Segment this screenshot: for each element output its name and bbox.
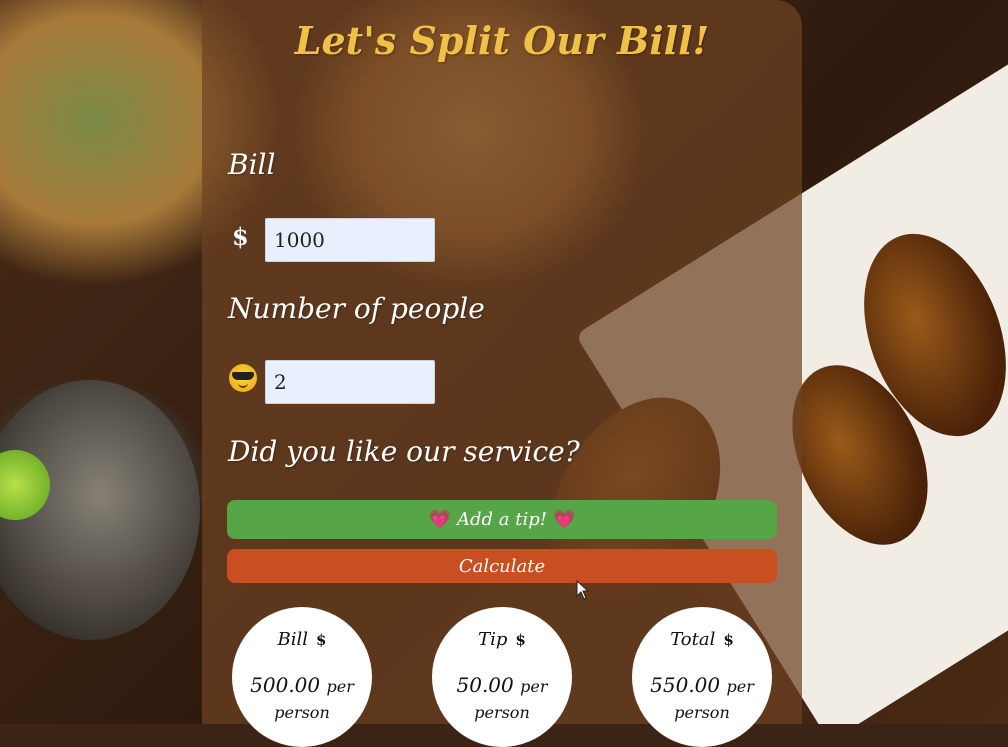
bill-splitter-panel: Let's Split Our Bill! Bill $ Number of p… [202,0,802,747]
result-label: Tip [478,629,508,650]
dollar-sign: $ [232,222,249,251]
add-tip-label: Add a tip! [457,509,547,530]
bill-label: Bill [228,148,276,181]
total-per-person-result: Total $ 550.00 per person [632,607,772,747]
service-question: Did you like our service? [228,435,580,468]
result-currency: $ [515,631,526,649]
bill-per-person-result: Bill $ 500.00 per person [232,607,372,747]
mouse-cursor-icon [576,580,590,600]
calculate-label: Calculate [458,555,546,577]
result-currency: $ [316,631,327,649]
result-value: 50.00 [456,673,514,697]
calculate-button[interactable]: Calculate [227,549,777,583]
result-currency: $ [723,631,734,649]
add-tip-button[interactable]: 💗 Add a tip! 💗 [227,500,777,539]
sunglasses-face-icon [229,364,257,392]
heart-icon: 💗 [552,509,576,530]
heart-icon: 💗 [428,509,452,530]
result-label: Bill [277,629,309,650]
tip-per-person-result: Tip $ 50.00 per person [432,607,572,747]
people-label: Number of people [228,292,485,325]
page-title: Let's Split Our Bill! [294,18,710,63]
result-label: Total [670,629,716,650]
people-input[interactable] [265,360,435,404]
result-value: 550.00 [650,673,721,697]
bill-input[interactable] [265,218,435,262]
result-value: 500.00 [250,673,321,697]
